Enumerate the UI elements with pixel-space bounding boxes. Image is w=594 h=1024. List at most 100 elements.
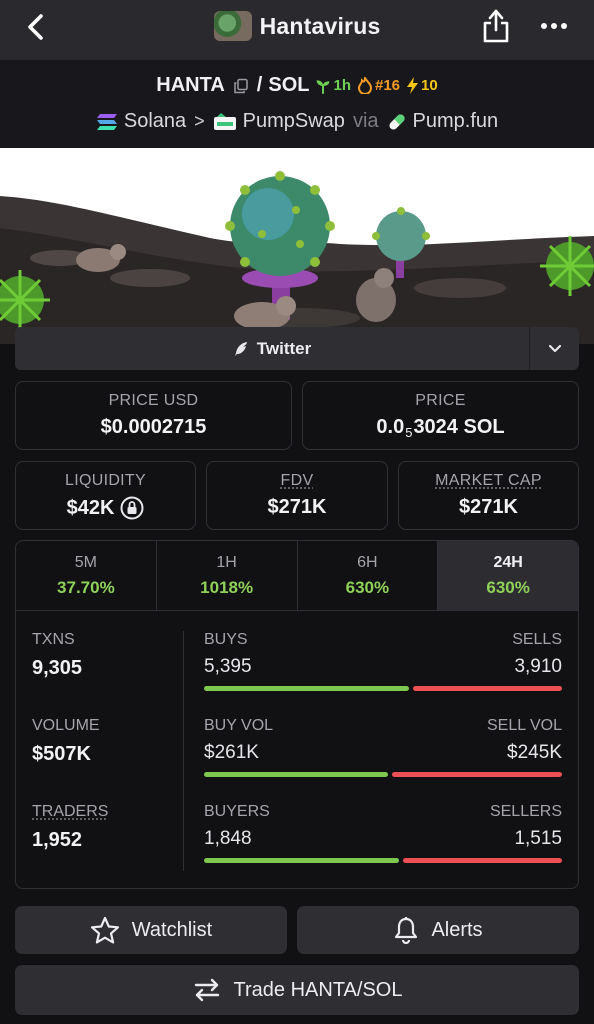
traders-stat[interactable]: TRADERS 1,952	[32, 803, 182, 852]
pair-slash: /	[256, 74, 263, 96]
alerts-label: Alerts	[431, 918, 483, 941]
pumpswap-icon	[213, 112, 236, 130]
tab-label: 6H	[357, 554, 378, 571]
copy-icon[interactable]	[233, 78, 249, 94]
buy-volume-value: $261K	[204, 742, 259, 763]
txns-label: TXNS	[32, 631, 75, 648]
tab-1h[interactable]: 1H 1018%	[157, 541, 298, 610]
price-usd-label: PRICE USD	[108, 392, 199, 409]
dex-link-pumpswap[interactable]: PumpSwap	[213, 110, 345, 133]
txns-value: 9,305	[32, 657, 83, 679]
sell-bar-segment	[413, 686, 562, 691]
market-cap-card[interactable]: MARKET CAP $271K	[398, 461, 579, 530]
token-title: Hantavirus	[213, 11, 381, 41]
price-usd-value: $0.0002715	[100, 416, 207, 438]
back-arrow-icon[interactable]	[22, 12, 52, 42]
token-avatar	[213, 11, 252, 41]
liquidity-label: LIQUIDITY	[65, 472, 146, 489]
tab-change-value: 37.70%	[57, 578, 115, 597]
timeframe-tabs: 5M 37.70% 1H 1018% 6H 630% 24H 630%	[16, 541, 578, 611]
price-usd-card: PRICE USD $0.0002715	[15, 381, 292, 450]
sellers-value: 1,515	[514, 828, 562, 849]
sells-value: 3,910	[514, 656, 562, 677]
tab-6h[interactable]: 6H 630%	[298, 541, 439, 610]
activity-stats-panel: 5M 37.70% 1H 1018% 6H 630% 24H 630% TXNS…	[15, 540, 579, 889]
boost-badge: 10	[406, 77, 438, 94]
chain-breadcrumb: Solana > PumpSwap via Pump.fun	[0, 110, 594, 133]
buys-value: 5,395	[204, 656, 252, 677]
buyers-label: BUYERS	[204, 803, 270, 820]
buy-bar-segment	[204, 686, 409, 691]
quote-symbol: SOL	[268, 74, 310, 96]
pair-line: HANTA / SOL 1h #16 10	[0, 74, 594, 97]
traders-label: TRADERS	[32, 803, 109, 820]
sell-bar-segment	[392, 772, 562, 777]
watchlist-label: Watchlist	[131, 918, 213, 941]
lightning-icon	[407, 77, 419, 94]
liquidity-value: $42K	[66, 496, 115, 519]
tab-5m[interactable]: 5M 37.70%	[16, 541, 157, 610]
buys-sells-ratio-bar	[204, 686, 562, 691]
price-native-zero-count: 5	[405, 425, 413, 440]
alerts-button[interactable]: Alerts	[297, 906, 579, 954]
more-options-icon[interactable]	[538, 12, 570, 40]
swap-arrows-icon	[194, 978, 219, 1002]
liquidity-card: LIQUIDITY $42K	[15, 461, 196, 530]
price-native-prefix: 0.0	[376, 416, 405, 438]
sellers-label: SELLERS	[489, 803, 562, 820]
twitter-button[interactable]: Twitter	[15, 327, 529, 370]
tab-change-value: 630%	[345, 578, 390, 597]
watchlist-button[interactable]: Watchlist	[15, 906, 287, 954]
feather-icon	[234, 341, 247, 356]
base-symbol: HANTA	[156, 74, 225, 96]
trade-button[interactable]: Trade HANTA/SOL	[15, 965, 579, 1015]
fdv-label: FDV	[280, 472, 314, 489]
launchpad-link-pumpfun[interactable]: Pump.fun	[387, 110, 499, 133]
seedling-icon	[316, 79, 330, 94]
star-icon	[90, 916, 119, 944]
fire-icon	[357, 77, 373, 94]
market-cap-label: MARKET CAP	[435, 472, 542, 489]
price-native-suffix: 3024 SOL	[413, 416, 505, 438]
breadcrumb-separator: >	[194, 111, 205, 131]
more-links-dropdown[interactable]	[529, 327, 579, 370]
social-links-row: Twitter	[15, 327, 579, 370]
sell-volume-label: SELL VOL	[486, 717, 562, 734]
pair-header: HANTA / SOL 1h #16 10 Solana > PumpSwap …	[0, 60, 594, 148]
tab-24h[interactable]: 24H 630%	[438, 541, 578, 610]
volume-label: VOLUME	[32, 717, 100, 734]
tab-label: 1H	[216, 554, 237, 571]
fdv-value: $271K	[267, 496, 327, 518]
launchpad-name: Pump.fun	[412, 110, 499, 132]
sells-label: SELLS	[512, 631, 562, 648]
bell-icon	[395, 917, 418, 944]
lock-icon[interactable]	[120, 496, 144, 520]
tab-change-value: 1018%	[200, 578, 254, 597]
buyers-sellers-stat: BUYERS SELLERS 1,848 1,515	[204, 803, 562, 873]
volume-value: $507K	[32, 743, 91, 765]
volume-stat: VOLUME $507K	[32, 717, 182, 766]
buy-bar-segment	[204, 772, 388, 777]
tab-label: 24H	[493, 554, 523, 571]
chain-name: Solana	[123, 110, 187, 132]
fdv-card[interactable]: FDV $271K	[206, 461, 388, 530]
traders-ratio-bar	[204, 858, 562, 863]
buy-volume-label: BUY VOL	[204, 717, 274, 734]
rank-value: #16	[375, 77, 401, 94]
pill-icon	[388, 113, 405, 130]
price-native-card: PRICE 0.0 5 3024 SOL	[302, 381, 579, 450]
chain-link-solana[interactable]: Solana	[96, 110, 186, 133]
via-text: via	[352, 110, 379, 132]
buys-sells-stat: BUYS SELLS 5,395 3,910	[204, 631, 562, 701]
tab-label: 5M	[74, 554, 97, 571]
trending-rank-badge: #16	[357, 77, 400, 94]
buyers-value: 1,848	[204, 828, 252, 849]
chevron-down-icon	[548, 344, 561, 352]
token-banner-image	[0, 148, 594, 344]
buy-sell-volume-stat: BUY VOL SELL VOL $261K $245K	[204, 717, 562, 787]
volume-ratio-bar	[204, 772, 562, 777]
sell-bar-segment	[403, 858, 562, 863]
page-title: Hantavirus	[259, 12, 381, 39]
share-icon[interactable]	[480, 8, 512, 44]
buys-label: BUYS	[204, 631, 248, 648]
